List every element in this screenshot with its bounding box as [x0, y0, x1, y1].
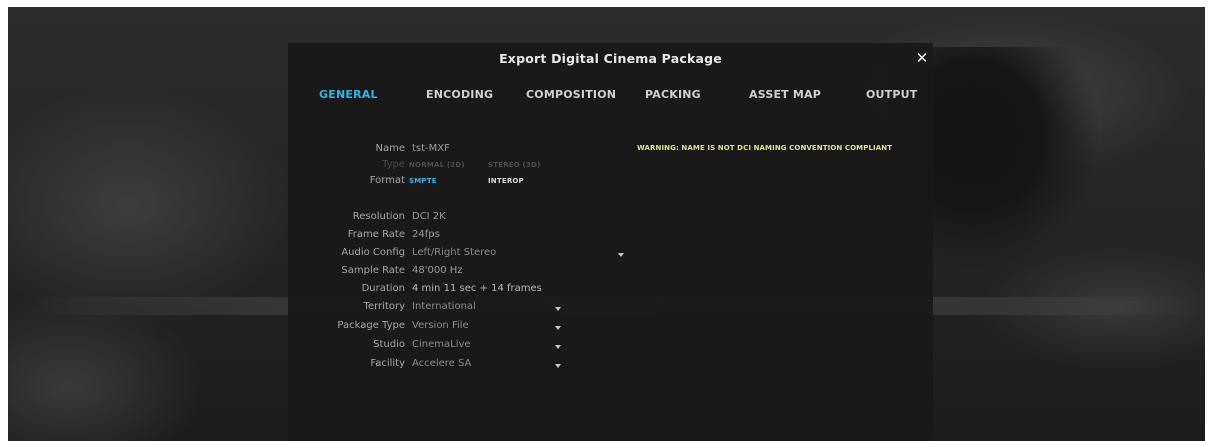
sample-rate-value: 48'000 Hz	[412, 265, 463, 276]
facility-label: Facility	[370, 358, 405, 369]
tab-composition[interactable]: COMPOSITION	[526, 88, 616, 101]
package-type-value: Version File	[412, 320, 469, 331]
tab-general[interactable]: GENERAL	[319, 88, 378, 101]
tab-asset-map[interactable]: ASSET MAP	[749, 88, 821, 101]
chevron-down-icon	[618, 253, 624, 257]
territory-label: Territory	[363, 301, 405, 312]
type-option-normal-2d: NORMAL (2D)	[409, 161, 465, 169]
name-input[interactable]: tst-MXF	[412, 143, 450, 154]
territory-value: International	[412, 301, 476, 312]
chevron-down-icon	[555, 364, 561, 368]
tab-packing[interactable]: PACKING	[645, 88, 701, 101]
facility-dropdown[interactable]: Accelere SA	[412, 358, 564, 374]
background-video-frame: Export Digital Cinema Package ✕ GENERAL …	[8, 7, 1205, 441]
type-label: Type	[382, 159, 405, 170]
studio-dropdown[interactable]: CinemaLive	[412, 339, 564, 355]
frame-rate-value: 24fps	[412, 229, 440, 240]
type-option-stereo-3d: STEREO (3D)	[488, 161, 541, 169]
facility-value: Accelere SA	[412, 358, 472, 369]
studio-value: CinemaLive	[412, 339, 471, 350]
studio-label: Studio	[373, 339, 405, 350]
audio-config-label: Audio Config	[341, 247, 405, 258]
resolution-label: Resolution	[352, 211, 405, 222]
format-option-interop[interactable]: INTEROP	[488, 177, 524, 185]
chevron-down-icon	[555, 307, 561, 311]
duration-label: Duration	[361, 283, 405, 294]
format-label: Format	[369, 175, 405, 186]
audio-config-value: Left/Right Stereo	[412, 247, 497, 258]
chevron-down-icon	[555, 345, 561, 349]
tab-bar: GENERAL ENCODING COMPOSITION PACKING ASS…	[288, 88, 933, 108]
export-dcp-dialog: Export Digital Cinema Package ✕ GENERAL …	[288, 43, 933, 441]
duration-value: 4 min 11 sec + 14 frames	[412, 283, 542, 294]
chevron-down-icon	[555, 326, 561, 330]
dialog-title: Export Digital Cinema Package	[499, 51, 722, 66]
naming-warning: WARNING: NAME IS NOT DCI NAMING CONVENTI…	[637, 144, 893, 152]
format-option-smpte[interactable]: SMPTE	[409, 177, 437, 185]
resolution-value: DCI 2K	[412, 211, 446, 222]
name-label: Name	[375, 143, 405, 154]
frame-rate-label: Frame Rate	[347, 229, 405, 240]
package-type-label: Package Type	[337, 320, 405, 331]
close-icon[interactable]: ✕	[911, 47, 933, 69]
sample-rate-label: Sample Rate	[341, 265, 405, 276]
territory-dropdown[interactable]: International	[412, 301, 564, 317]
audio-config-dropdown[interactable]: Left/Right Stereo	[412, 247, 627, 263]
package-type-dropdown[interactable]: Version File	[412, 320, 564, 336]
tab-encoding[interactable]: ENCODING	[426, 88, 493, 101]
tab-output[interactable]: OUTPUT	[866, 88, 917, 101]
